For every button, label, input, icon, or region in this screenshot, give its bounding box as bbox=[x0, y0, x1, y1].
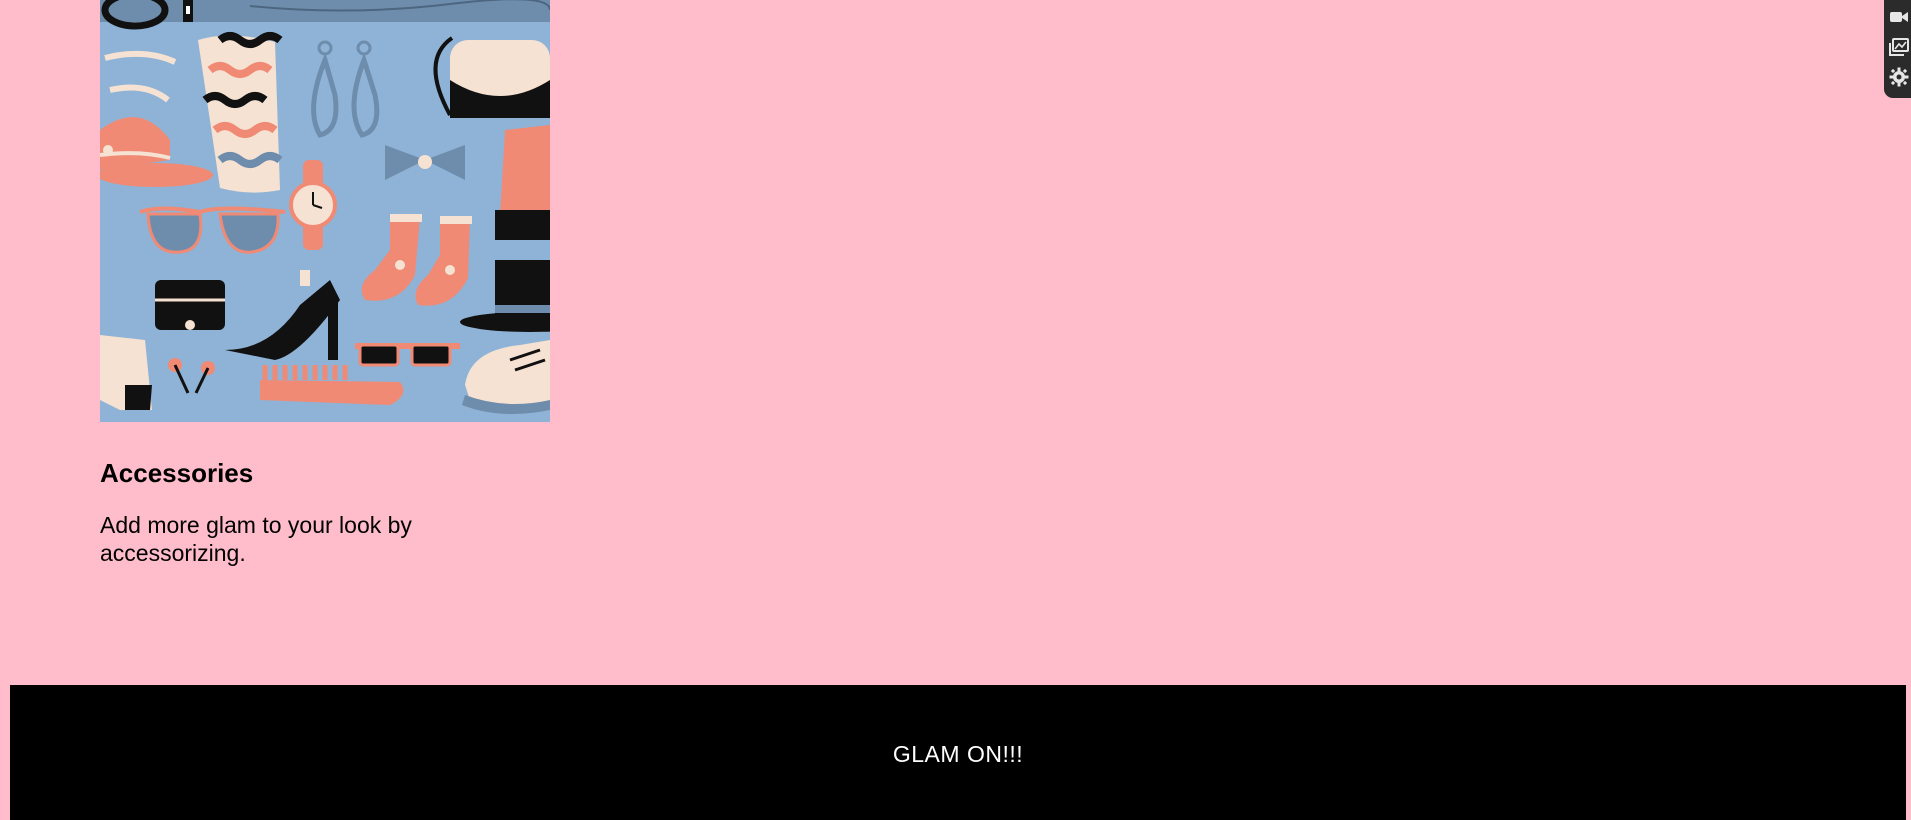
page: Accessories Add more glam to your look b… bbox=[0, 0, 1911, 820]
gear-icon[interactable] bbox=[1889, 65, 1911, 89]
footer-text: GLAM ON!!! bbox=[892, 741, 1024, 767]
image-gallery-icon[interactable] bbox=[1889, 35, 1911, 59]
card-description: Add more glam to your look by accessoriz… bbox=[100, 512, 412, 567]
product-card-accessories: Accessories Add more glam to your look b… bbox=[100, 0, 550, 567]
side-toolbar bbox=[1884, 0, 1911, 98]
footer: GLAM ON!!! bbox=[10, 685, 1906, 820]
video-camera-icon[interactable] bbox=[1889, 5, 1911, 29]
accessories-image bbox=[100, 0, 550, 422]
card-title: Accessories bbox=[100, 458, 254, 488]
